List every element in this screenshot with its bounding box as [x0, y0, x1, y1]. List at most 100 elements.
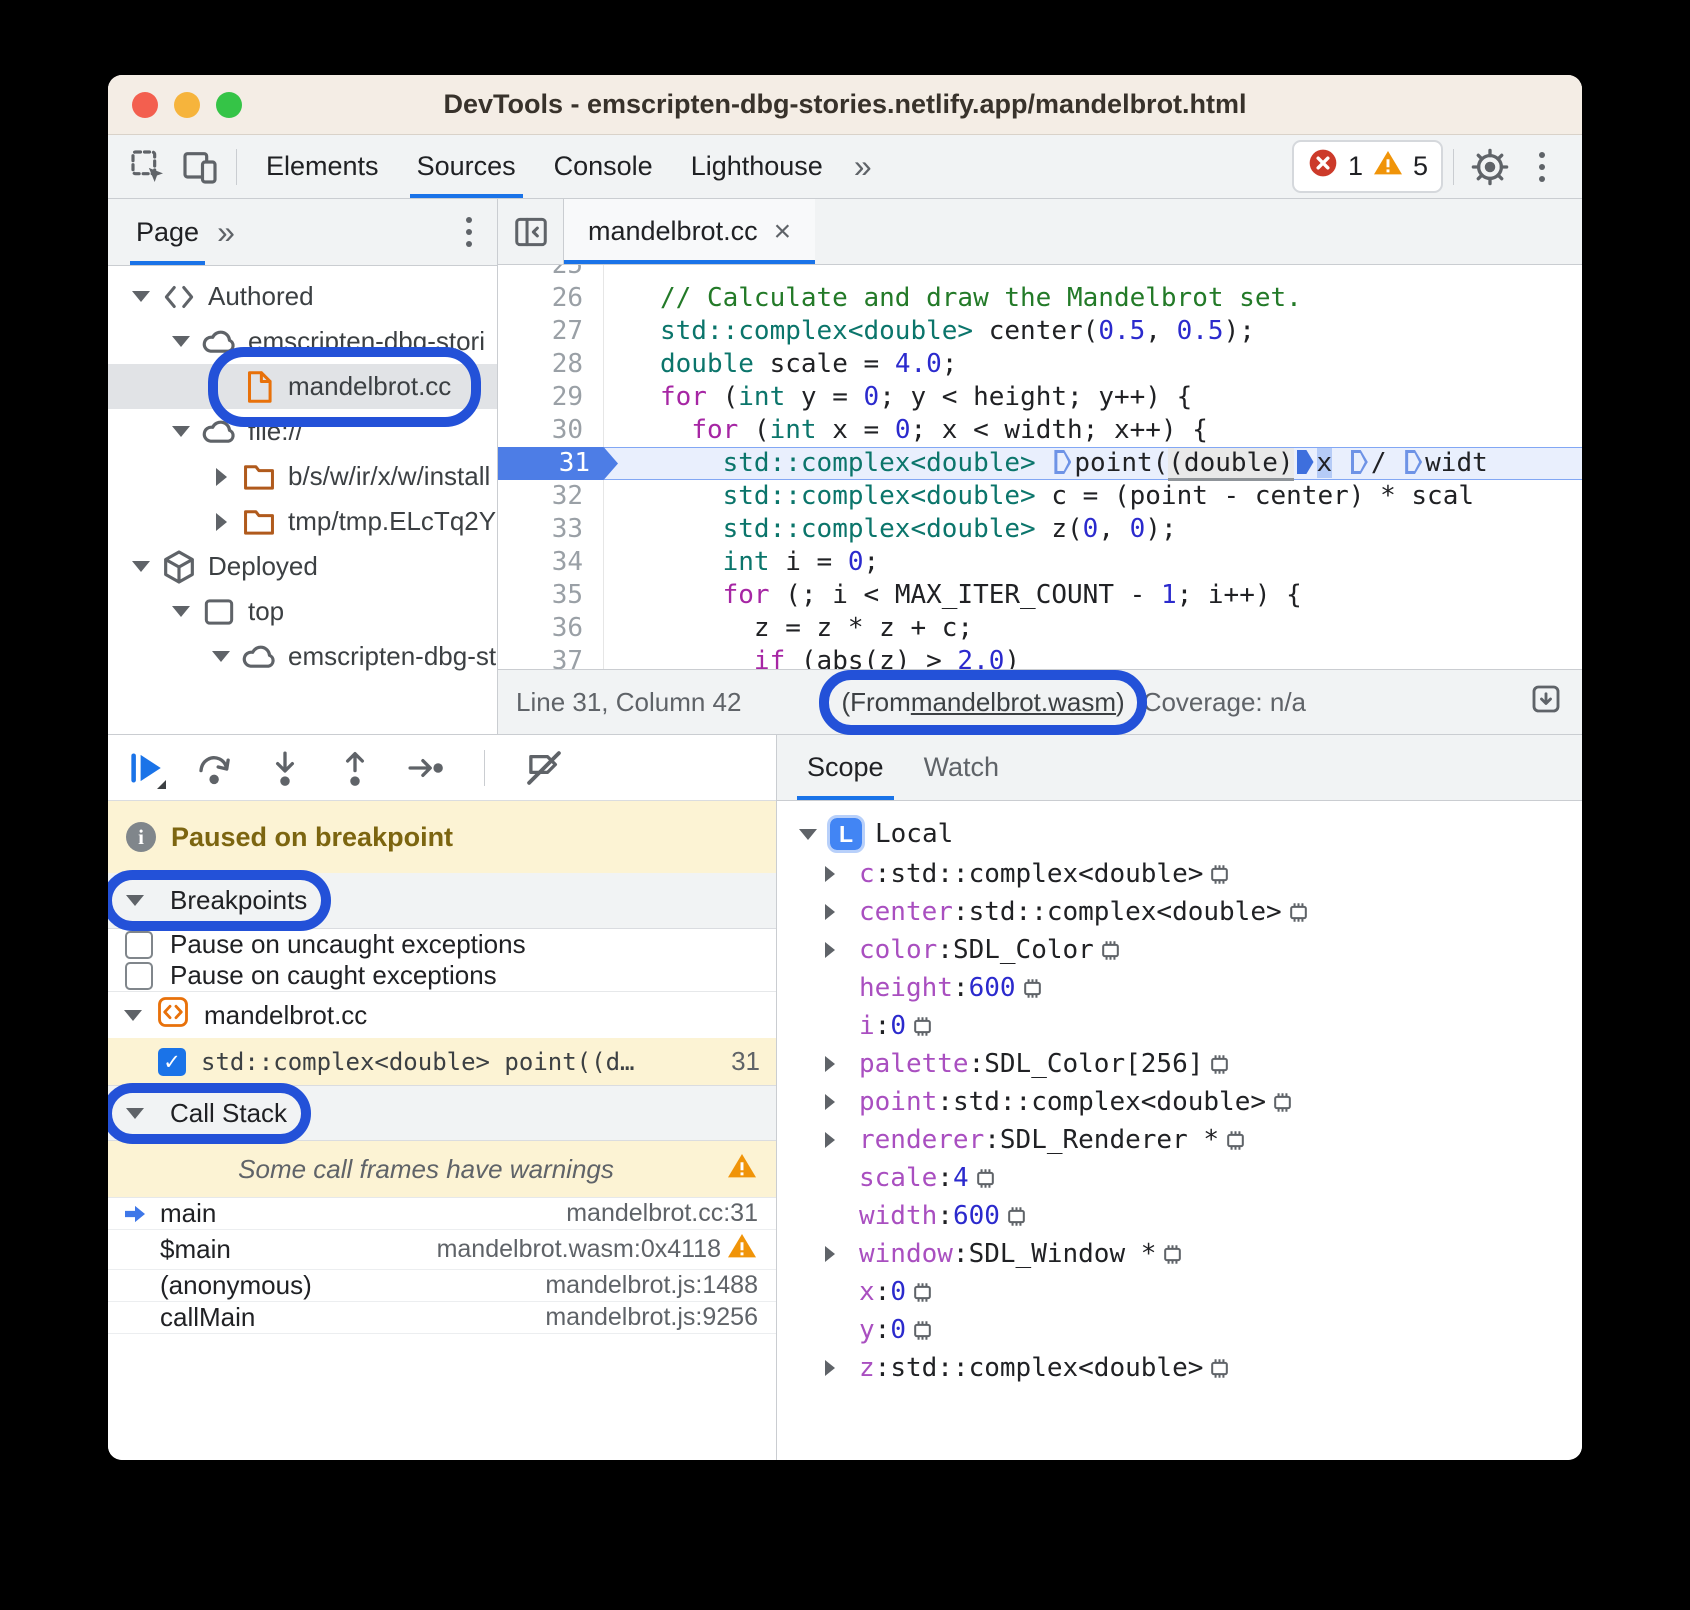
disclosure-triangle-icon[interactable] — [164, 606, 198, 617]
checkbox[interactable] — [125, 962, 153, 990]
call-stack-frame[interactable]: $mainmandelbrot.wasm:0x4118 — [108, 1230, 776, 1270]
gutter-line-number[interactable]: 36 — [498, 612, 604, 645]
code-line[interactable]: 26// Calculate and draw the Mandelbrot s… — [498, 282, 1582, 315]
resume-button[interactable] — [124, 747, 166, 789]
settings-gear-icon[interactable] — [1464, 143, 1516, 191]
disclosure-triangle-icon[interactable] — [825, 1246, 859, 1262]
load-source-map-icon[interactable] — [1528, 681, 1564, 724]
inline-breakpoint-marker-icon[interactable] — [1405, 450, 1422, 474]
device-toolbar-icon[interactable] — [174, 143, 226, 191]
collapse-triangle-icon[interactable] — [799, 829, 817, 840]
gutter-line-number[interactable]: 29 — [498, 381, 604, 414]
disclosure-triangle-icon[interactable] — [825, 1132, 859, 1148]
collapse-triangle-icon[interactable] — [126, 895, 144, 906]
gutter-line-number[interactable]: 27 — [498, 315, 604, 348]
code-line[interactable]: 30 for (int x = 0; x < width; x++) { — [498, 414, 1582, 447]
disclosure-triangle-icon[interactable] — [825, 1094, 859, 1110]
tree-item[interactable]: top — [108, 589, 497, 634]
tree-item[interactable]: tmp/tmp.ELcTq2YC — [108, 499, 497, 544]
tree-item[interactable]: emscripten-dbg-st — [108, 634, 497, 679]
minimize-window-button[interactable] — [174, 92, 200, 118]
step-button[interactable] — [404, 747, 446, 789]
tab-elements[interactable]: Elements — [247, 135, 398, 198]
disclosure-triangle-icon[interactable] — [204, 513, 238, 531]
code-line[interactable]: 29for (int y = 0; y < height; y++) { — [498, 381, 1582, 414]
toggle-navigator-icon[interactable] — [498, 199, 564, 264]
memory-inspector-icon[interactable] — [1285, 899, 1312, 926]
scope-variable[interactable]: z: std::complex<double> — [799, 1349, 1582, 1387]
scope-variable[interactable]: c: std::complex<double> — [799, 855, 1582, 893]
call-stack-frame[interactable]: (anonymous)mandelbrot.js:1488 — [108, 1270, 776, 1302]
gutter-line-number[interactable]: 26 — [498, 282, 604, 315]
close-window-button[interactable] — [132, 92, 158, 118]
call-stack-frame[interactable]: mainmandelbrot.cc:31 — [108, 1198, 776, 1230]
gutter-line-number[interactable]: 37 — [498, 645, 604, 669]
zoom-window-button[interactable] — [216, 92, 242, 118]
execution-line-gutter[interactable]: 31 — [498, 447, 604, 480]
disclosure-triangle-icon[interactable] — [204, 468, 238, 486]
inline-breakpoint-marker-icon[interactable] — [1297, 450, 1314, 474]
editor-tab-mandelbrot[interactable]: mandelbrot.cc × — [564, 199, 815, 264]
memory-inspector-icon[interactable] — [909, 1279, 936, 1306]
disclosure-triangle-icon[interactable] — [164, 336, 198, 347]
tree-item[interactable]: mandelbrot.cc — [108, 364, 497, 409]
disclosure-triangle-icon[interactable] — [204, 651, 238, 662]
wasm-source-link[interactable]: mandelbrot.wasm — [911, 687, 1116, 718]
breakpoint-file-group[interactable]: mandelbrot.cc — [108, 991, 776, 1038]
code-line[interactable]: 35 for (; i < MAX_ITER_COUNT - 1; i++) { — [498, 579, 1582, 612]
scope-variable[interactable]: x: 0 — [799, 1273, 1582, 1311]
scope-variable[interactable]: color: SDL_Color — [799, 931, 1582, 969]
breakpoint-checkbox[interactable]: ✓ — [158, 1048, 186, 1076]
step-into-button[interactable] — [264, 747, 306, 789]
scope-variable[interactable]: width: 600 — [799, 1197, 1582, 1235]
memory-inspector-icon[interactable] — [1019, 975, 1046, 1002]
inspect-element-icon[interactable] — [122, 143, 174, 191]
code-line[interactable]: 27std::complex<double> center(0.5, 0.5); — [498, 315, 1582, 348]
scope-variable[interactable]: renderer: SDL_Renderer * — [799, 1121, 1582, 1159]
scope-variable[interactable]: window: SDL_Window * — [799, 1235, 1582, 1273]
gutter-line-number[interactable]: 34 — [498, 546, 604, 579]
code-line[interactable]: 34 int i = 0; — [498, 546, 1582, 579]
scope-variable[interactable]: center: std::complex<double> — [799, 893, 1582, 931]
disclosure-triangle-icon[interactable] — [825, 1056, 859, 1072]
scope-variable[interactable]: height: 600 — [799, 969, 1582, 1007]
disclosure-triangle-icon[interactable] — [825, 1360, 859, 1376]
code-line[interactable]: 32 std::complex<double> c = (point - cen… — [498, 480, 1582, 513]
disclosure-triangle-icon[interactable] — [164, 426, 198, 437]
disclosure-triangle-icon[interactable] — [124, 561, 158, 572]
gutter-line-number[interactable]: 28 — [498, 348, 604, 381]
step-over-button[interactable] — [194, 747, 236, 789]
tab-watch[interactable]: Watch — [904, 735, 1020, 800]
inline-breakpoint-marker-icon[interactable] — [1351, 450, 1368, 474]
code-line[interactable]: 28double scale = 4.0; — [498, 348, 1582, 381]
memory-inspector-icon[interactable] — [1003, 1203, 1030, 1230]
pause-exception-option[interactable]: Pause on caught exceptions — [108, 960, 776, 991]
code-line[interactable]: 25 — [498, 265, 1582, 282]
scope-local-group[interactable]: L Local — [799, 813, 1582, 855]
scope-variable[interactable]: y: 0 — [799, 1311, 1582, 1349]
code-line[interactable]: 33 std::complex<double> z(0, 0); — [498, 513, 1582, 546]
disclosure-triangle-icon[interactable] — [825, 866, 859, 882]
tree-item[interactable]: Authored — [108, 274, 497, 319]
more-panels-button[interactable]: » — [842, 148, 884, 185]
more-navigator-tabs-button[interactable]: » — [205, 214, 247, 251]
gutter-line-number[interactable]: 32 — [498, 480, 604, 513]
call-stack-section-header[interactable]: Call Stack — [108, 1085, 776, 1141]
gutter-line-number[interactable]: 30 — [498, 414, 604, 447]
memory-inspector-icon[interactable] — [1206, 1355, 1233, 1382]
step-out-button[interactable] — [334, 747, 376, 789]
navigator-kebab-menu-icon[interactable] — [443, 208, 495, 256]
gutter-line-number[interactable]: 35 — [498, 579, 604, 612]
code-line[interactable]: 31 std::complex<double> point((double)x … — [498, 447, 1582, 480]
tree-item[interactable]: emscripten-dbg-stori — [108, 319, 497, 364]
disclosure-triangle-icon[interactable] — [825, 942, 859, 958]
memory-inspector-icon[interactable] — [909, 1013, 936, 1040]
scope-variable[interactable]: scale: 4 — [799, 1159, 1582, 1197]
call-stack-frame[interactable]: callMainmandelbrot.js:9256 — [108, 1302, 776, 1334]
inline-breakpoint-marker-icon[interactable] — [1054, 450, 1071, 474]
disclosure-triangle-icon[interactable] — [124, 291, 158, 302]
breakpoints-section-header[interactable]: Breakpoints — [108, 873, 776, 929]
scope-variable[interactable]: palette: SDL_Color[256] — [799, 1045, 1582, 1083]
memory-inspector-icon[interactable] — [1097, 937, 1124, 964]
tab-lighthouse[interactable]: Lighthouse — [672, 135, 842, 198]
